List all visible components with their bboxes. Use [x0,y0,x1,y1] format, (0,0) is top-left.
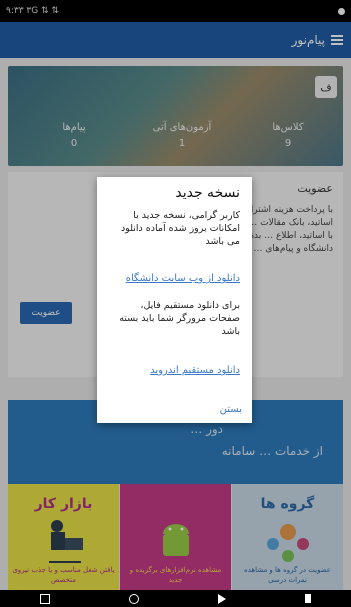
dialog-message: کاربر گرامی، نسخه جدید با امکانات بروز ش… [120,210,240,247]
update-dialog: نسخه جدید کاربر گرامی، نسخه جدید با امکا… [97,177,252,423]
system-nav-bar [0,590,351,607]
dialog-title: نسخه جدید [175,185,240,201]
recents-icon[interactable] [39,593,50,604]
download-android-link[interactable]: دانلود مستقیم اندروید [105,365,240,376]
battery-icon [305,594,312,603]
close-button[interactable]: بستن [220,404,242,415]
back-icon[interactable] [218,593,227,604]
download-website-link[interactable]: دانلود از وب سایت دانشگاه [105,273,240,284]
dialog-message-2: برای دانلود مستقیم فایل، صفحات مرورگر شم… [119,300,240,337]
home-icon[interactable] [128,593,139,604]
